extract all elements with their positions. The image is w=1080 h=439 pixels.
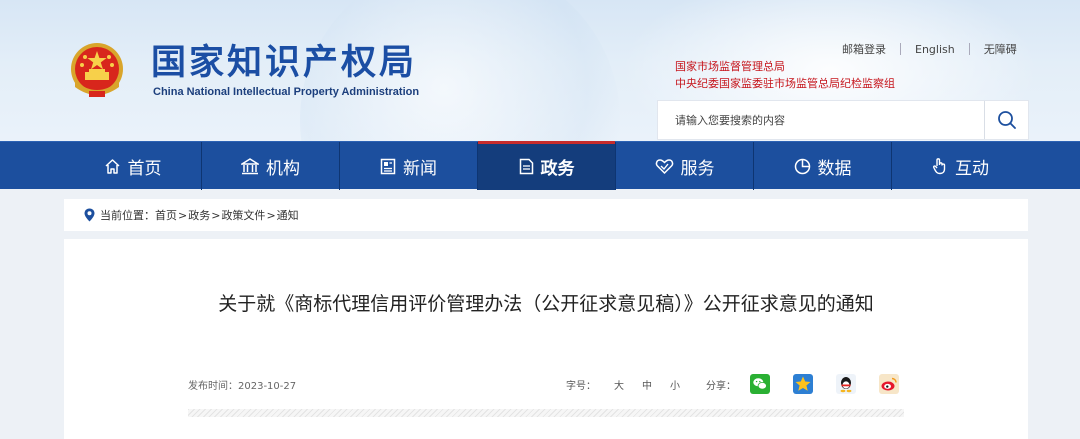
- article-panel: 关于就《商标代理信用评价管理办法（公开征求意见稿）》公开征求意见的通知 发布时间…: [64, 239, 1028, 439]
- site-title: 国家知识产权局: [151, 43, 418, 83]
- nav-label: 互动: [955, 158, 989, 179]
- location-pin-icon: [84, 208, 95, 222]
- share-label: 分享：: [706, 381, 736, 392]
- qzone-icon[interactable]: [793, 374, 813, 394]
- breadcrumb-item-policy-docs[interactable]: 政策文件: [221, 207, 265, 223]
- home-icon: [104, 158, 121, 175]
- nav-label: 新闻: [403, 158, 437, 179]
- main-nav: 首页 机构 新闻 政务 服务 数据 互动: [0, 141, 1080, 190]
- breadcrumb-item-home[interactable]: 首页: [155, 207, 177, 223]
- font-size-label: 字号：: [566, 381, 596, 392]
- breadcrumb-item-notices[interactable]: 通知: [277, 207, 299, 223]
- article-header-divider: [188, 409, 904, 417]
- article-title: 关于就《商标代理信用评价管理办法（公开征求意见稿）》公开征求意见的通知: [218, 293, 874, 315]
- font-size-control: 字号： 大 中 小: [566, 377, 680, 392]
- font-size-large[interactable]: 大: [614, 377, 624, 392]
- nav-label: 服务: [680, 158, 715, 179]
- gov-affiliation-line2[interactable]: 中央纪委国家监委驻市场监管总局纪检监察组: [675, 76, 895, 92]
- handshake-icon: [655, 158, 674, 175]
- nav-item-news[interactable]: 新闻: [340, 142, 477, 190]
- font-size-medium[interactable]: 中: [642, 377, 652, 392]
- english-link[interactable]: English: [915, 43, 955, 56]
- wechat-icon[interactable]: [750, 374, 770, 394]
- national-emblem-icon: [71, 43, 123, 97]
- publish-date-value: 2023-10-27: [238, 381, 297, 392]
- breadcrumb-prefix: 当前位置：: [100, 209, 155, 222]
- qq-icon[interactable]: [836, 374, 856, 394]
- hand-icon: [932, 157, 948, 175]
- search-box: [657, 100, 1029, 140]
- search-icon: [997, 111, 1016, 129]
- link-divider: [900, 43, 901, 55]
- publish-date-label: 发布时间：: [188, 381, 238, 392]
- gov-affiliation-line1[interactable]: 国家市场监督管理总局: [675, 59, 785, 75]
- news-icon: [380, 158, 396, 175]
- breadcrumb-separator: >: [266, 208, 276, 222]
- nav-item-services[interactable]: 服务: [616, 142, 753, 190]
- weibo-icon[interactable]: [879, 374, 899, 394]
- accessibility-link[interactable]: 无障碍: [984, 41, 1017, 57]
- pie-chart-icon: [794, 158, 811, 175]
- font-size-small[interactable]: 小: [670, 377, 680, 392]
- nav-item-government-affairs[interactable]: 政务: [478, 141, 615, 190]
- mail-login-link[interactable]: 邮箱登录: [842, 41, 886, 57]
- search-input[interactable]: [658, 101, 983, 139]
- search-button[interactable]: [984, 101, 1028, 139]
- nav-item-interaction[interactable]: 互动: [892, 142, 1029, 190]
- site-subtitle: China National Intellectual Property Adm…: [153, 86, 420, 98]
- breadcrumb: 当前位置： 首页 > 政务 > 政策文件 > 通知: [64, 199, 1028, 231]
- publish-date: 发布时间：2023-10-27: [188, 377, 296, 392]
- nav-item-institution[interactable]: 机构: [202, 142, 339, 190]
- nav-item-data[interactable]: 数据: [754, 142, 891, 190]
- nav-item-home[interactable]: 首页: [64, 142, 201, 190]
- breadcrumb-separator: >: [178, 208, 188, 222]
- breadcrumb-separator: >: [211, 208, 221, 222]
- breadcrumb-item-affairs[interactable]: 政务: [188, 207, 210, 223]
- nav-label: 数据: [817, 158, 852, 179]
- nav-label: 政务: [540, 158, 575, 179]
- top-links: 邮箱登录 English 无障碍: [842, 41, 1017, 57]
- link-divider: [968, 43, 970, 55]
- nav-label: 机构: [266, 158, 300, 179]
- document-icon: [519, 158, 534, 175]
- nav-label: 首页: [127, 158, 162, 179]
- institution-icon: [241, 157, 259, 175]
- site-header: 国家知识产权局 China National Intellectual Prop…: [0, 0, 1080, 141]
